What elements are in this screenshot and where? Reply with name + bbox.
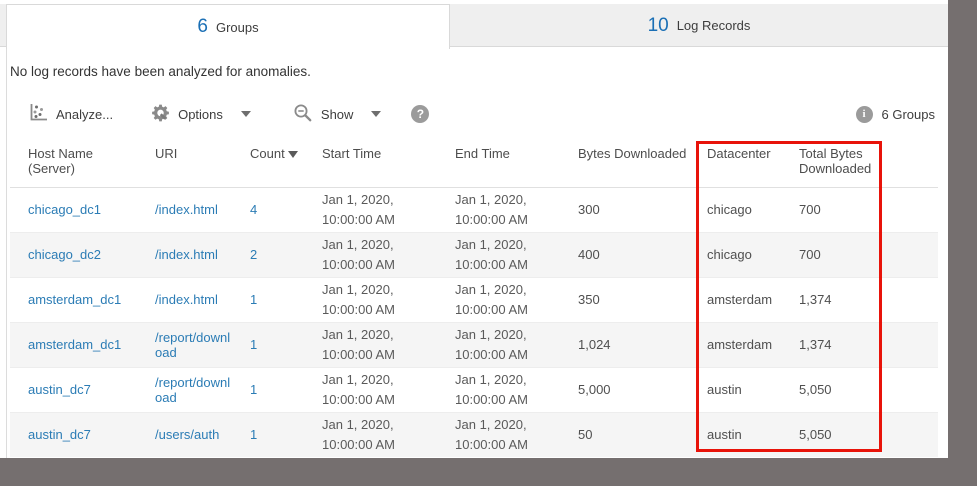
table-row: amsterdam_dc1 /report/download 1 Jan 1, … [10,321,938,367]
count-link[interactable]: 1 [250,382,257,397]
end-time-cell: Jan 1, 2020, 10:00:00 AM [447,276,570,322]
host-link[interactable]: austin_dc7 [28,382,91,397]
count-link[interactable]: 1 [250,292,257,307]
end-time-cell: Jan 1, 2020, 10:00:00 AM [447,366,570,412]
analyze-button[interactable]: Analyze... [28,103,113,126]
bytes-downloaded-cell: 5,000 [570,366,699,412]
status-message: No log records have been analyzed for an… [10,64,311,79]
start-time-cell: Jan 1, 2020, 10:00:00 AM [322,192,395,227]
start-time-cell: Jan 1, 2020, 10:00:00 AM [314,276,447,322]
host-link[interactable]: amsterdam_dc1 [28,292,121,307]
desktop-background [0,458,948,486]
end-time-cell: Jan 1, 2020, 10:00:00 AM [447,231,570,277]
desktop-background [948,0,977,486]
uri-link[interactable]: /index.html [155,292,218,307]
host-link[interactable]: austin_dc7 [28,427,91,442]
column-header-bytes-downloaded: Bytes Downloaded [570,140,699,188]
info-icon[interactable]: i [855,105,873,123]
options-menu-button[interactable]: Options [151,103,251,125]
end-time-cell: Jan 1, 2020, 10:00:00 AM [447,321,570,367]
tab-log-records-label: Log Records [676,18,751,33]
count-link[interactable]: 1 [250,427,257,442]
datacenter-cell: chicago [707,202,752,217]
help-icon[interactable]: ? [411,105,430,123]
column-header-datacenter: Datacenter [699,140,791,188]
bytes-downloaded-cell: 50 [570,411,699,457]
groups-table: Host Name (Server) URI Count Start Time … [10,140,938,457]
total-bytes-cell: 1,374 [791,321,938,367]
panel-left-border [6,4,7,458]
chevron-down-icon [371,111,382,117]
start-time-cell: Jan 1, 2020, 10:00:00 AM [314,366,447,412]
total-bytes-cell: 700 [791,231,938,277]
groups-summary: i 6 Groups [855,105,935,123]
groups-summary-label: 6 Groups [881,106,935,122]
table-row: amsterdam_dc1 /index.html 1 Jan 1, 2020,… [10,276,938,322]
total-bytes-cell: 5,050 [791,366,938,412]
table-row: chicago_dc1 /index.html 4 Jan 1, 2020, 1… [10,187,938,232]
uri-link[interactable]: /index.html [155,247,218,262]
total-bytes-cell: 700 [799,202,821,217]
table-row: chicago_dc2 /index.html 2 Jan 1, 2020, 1… [10,231,938,277]
datacenter-cell: amsterdam [699,276,791,322]
start-time-cell: Jan 1, 2020, 10:00:00 AM [314,411,447,457]
log-analytics-panel: 6 Groups 10 Log Records No log records h… [0,0,948,458]
count-link[interactable]: 1 [250,337,257,352]
host-link[interactable]: chicago_dc2 [28,247,101,262]
chevron-down-icon [240,111,251,117]
bytes-downloaded-cell: 300 [578,202,600,217]
datacenter-cell: chicago [699,231,791,277]
tab-groups-count: 6 [197,16,208,37]
table-row: austin_dc7 /report/download 1 Jan 1, 202… [10,366,938,412]
analyze-button-label: Analyze... [56,106,114,122]
total-bytes-cell: 1,374 [791,276,938,322]
column-header-end-time: End Time [447,140,570,188]
table-header-row: Host Name (Server) URI Count Start Time … [10,140,938,188]
end-time-cell: Jan 1, 2020, 10:00:00 AM [455,192,528,227]
column-header-count[interactable]: Count [242,140,314,188]
show-menu-button[interactable]: Show [293,103,382,126]
column-header-total-bytes-downloaded: Total Bytes Downloaded [791,140,938,188]
show-menu-label: Show [320,106,354,122]
host-link[interactable]: chicago_dc1 [28,202,101,217]
uri-link[interactable]: /report/download [155,375,230,405]
scatter-chart-icon [28,103,48,126]
uri-link[interactable]: /report/download [155,330,230,360]
tab-groups-label: Groups [215,19,259,35]
uri-link[interactable]: /users/auth [155,427,219,442]
bytes-downloaded-cell: 400 [570,231,699,277]
uri-link[interactable]: /index.html [155,202,218,217]
tab-log-records[interactable]: 10 Log Records [450,4,948,47]
count-link[interactable]: 2 [250,247,257,262]
count-link[interactable]: 4 [250,202,257,217]
column-header-host-name: Host Name (Server) [10,140,147,188]
toolbar: Analyze... Options Show ? i 6 Groups [0,99,948,129]
datacenter-cell: austin [699,366,791,412]
total-bytes-cell: 5,050 [791,411,938,457]
table-row: austin_dc7 /users/auth 1 Jan 1, 2020, 10… [10,411,938,457]
sort-descending-icon [287,151,298,159]
datacenter-cell: amsterdam [699,321,791,367]
tab-log-records-count: 10 [647,14,669,36]
start-time-cell: Jan 1, 2020, 10:00:00 AM [314,231,447,277]
tab-groups[interactable]: 6 Groups [6,4,450,49]
gear-icon [151,103,170,125]
options-menu-label: Options [178,106,223,122]
host-link[interactable]: amsterdam_dc1 [28,337,121,352]
bytes-downloaded-cell: 350 [570,276,699,322]
bytes-downloaded-cell: 1,024 [570,321,699,367]
end-time-cell: Jan 1, 2020, 10:00:00 AM [447,411,570,457]
zoom-out-icon [293,103,313,126]
column-header-uri: URI [147,140,242,188]
datacenter-cell: austin [699,411,791,457]
start-time-cell: Jan 1, 2020, 10:00:00 AM [314,321,447,367]
column-header-start-time: Start Time [314,140,447,188]
